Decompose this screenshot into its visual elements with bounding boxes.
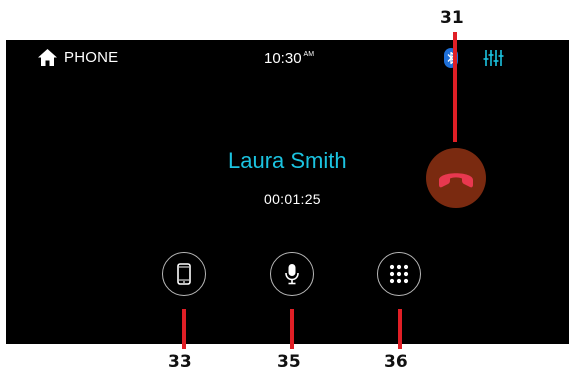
clock: 10:30 AM xyxy=(264,50,314,67)
callout-line-35 xyxy=(290,309,294,349)
home-icon[interactable] xyxy=(38,49,57,66)
smartphone-icon xyxy=(177,263,191,285)
callout-label-31: 31 xyxy=(440,8,464,28)
callout-line-31 xyxy=(453,32,457,142)
clock-time: 10:30 xyxy=(264,50,302,67)
mute-mic-button[interactable] xyxy=(270,252,314,296)
callout-line-36 xyxy=(398,309,402,349)
callout-label-36: 36 xyxy=(384,352,408,372)
home-area[interactable]: PHONE xyxy=(38,49,118,66)
end-call-icon xyxy=(439,173,473,188)
equalizer-icon[interactable] xyxy=(483,49,505,67)
call-duration: 00:01:25 xyxy=(264,191,321,207)
keypad-icon xyxy=(389,264,409,284)
screen-title: PHONE xyxy=(64,49,119,66)
clock-ampm: AM xyxy=(303,51,315,58)
keypad-button[interactable] xyxy=(377,252,421,296)
caller-name: Laura Smith xyxy=(228,148,347,173)
phone-screen: PHONE 10:30 AM Laura Smith 00:01:25 xyxy=(6,40,569,344)
phone-transfer-button[interactable] xyxy=(162,252,206,296)
callout-label-35: 35 xyxy=(277,352,301,372)
callout-line-33 xyxy=(182,309,186,349)
callout-label-33: 33 xyxy=(168,352,192,372)
microphone-icon xyxy=(285,264,299,285)
end-call-button[interactable] xyxy=(426,148,486,208)
